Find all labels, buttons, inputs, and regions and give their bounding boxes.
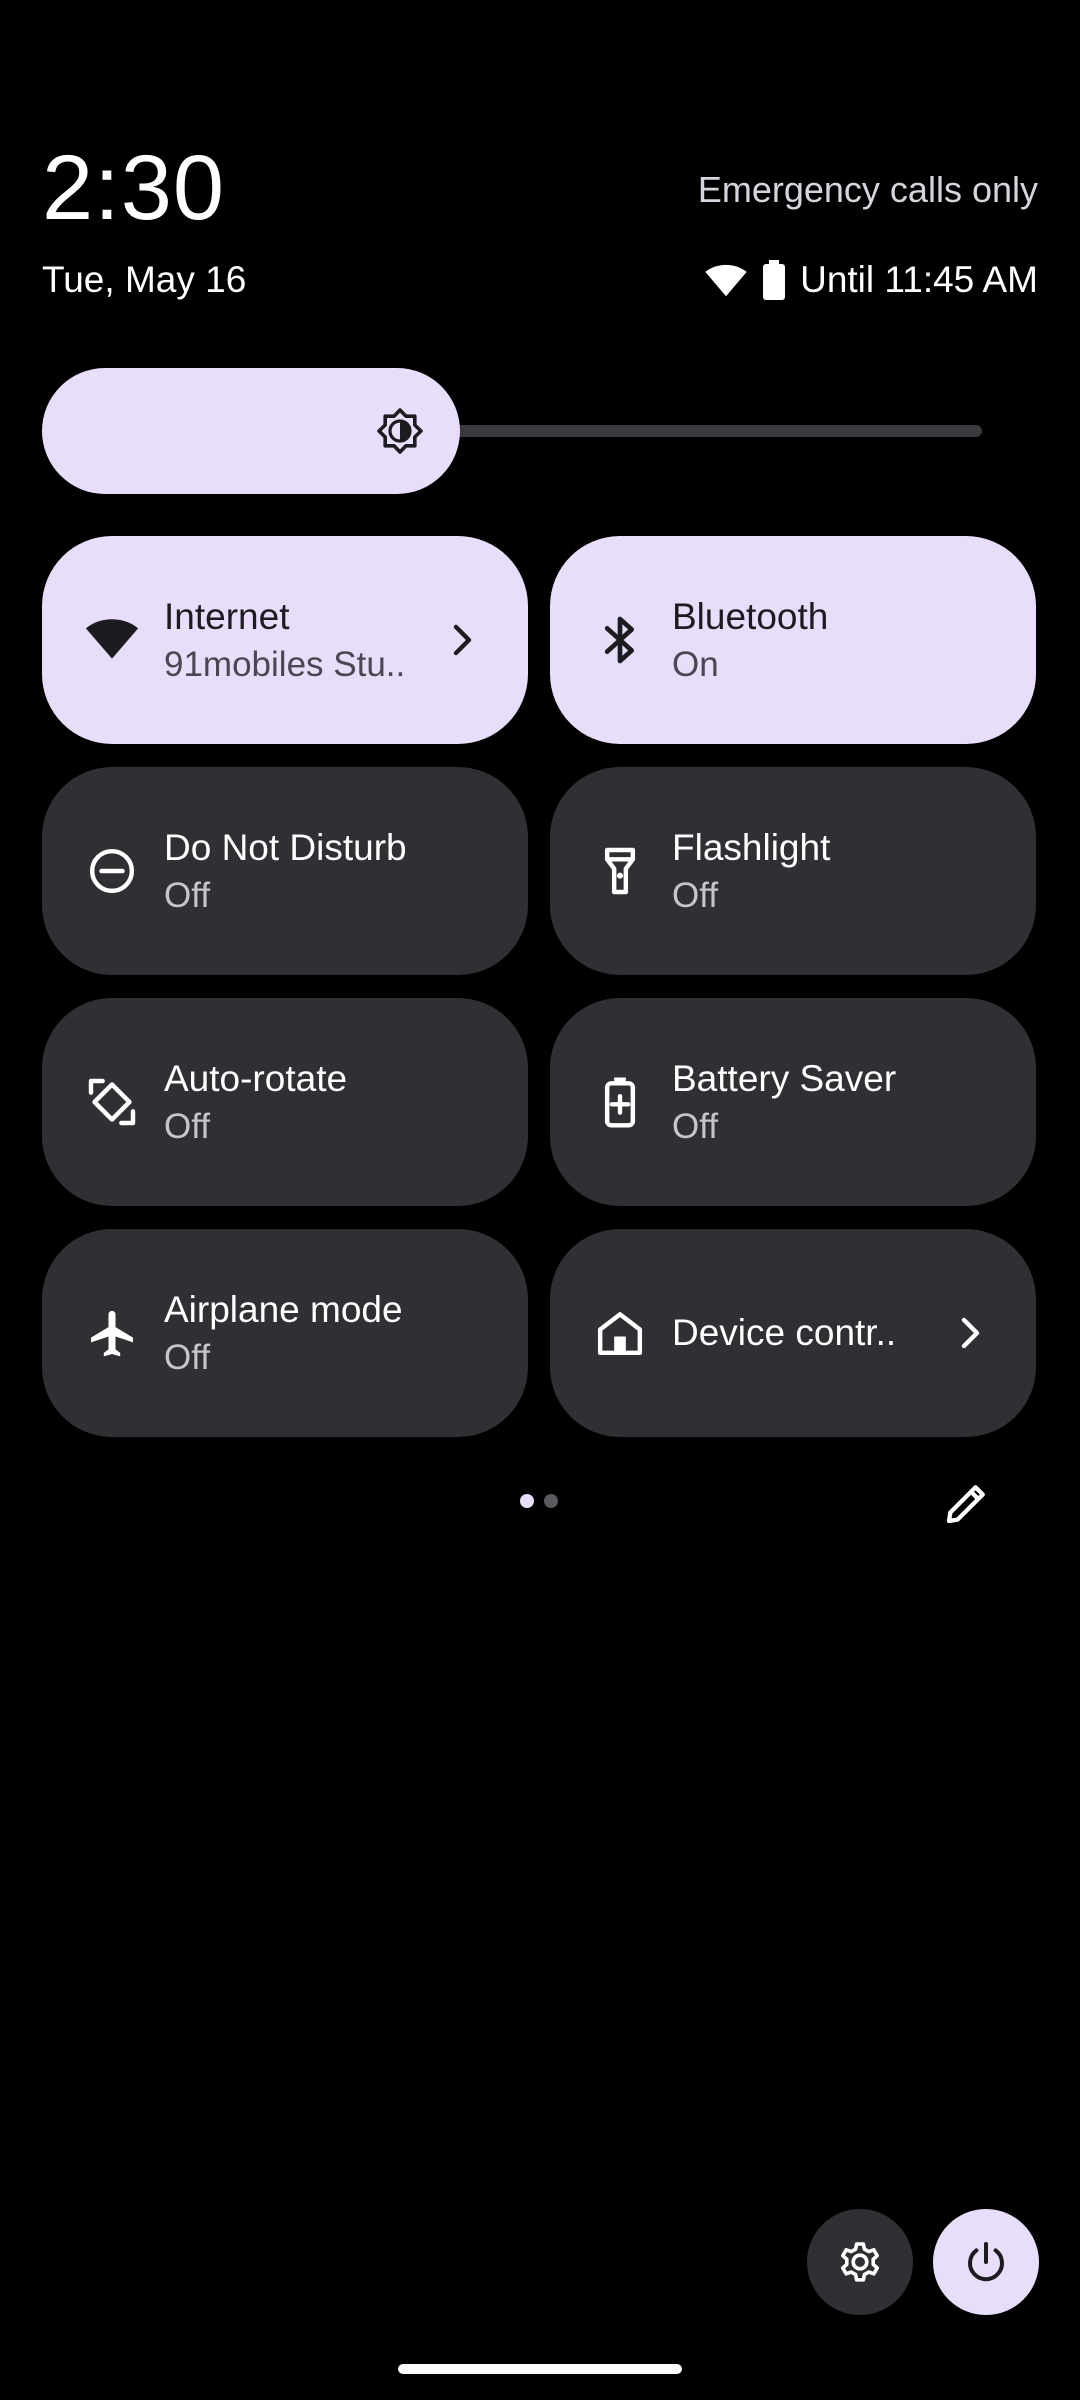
chevron-right-icon[interactable] <box>438 616 486 664</box>
tile-battery-saver[interactable]: Battery Saver Off <box>550 998 1036 1206</box>
page-dot <box>544 1494 558 1508</box>
tile-state: Off <box>164 1338 211 1377</box>
tile-label: Internet <box>164 596 290 637</box>
tile-state: On <box>672 645 719 684</box>
tile-label: Battery Saver <box>672 1058 897 1099</box>
tile-state: Off <box>164 876 211 915</box>
edit-tiles-button[interactable] <box>940 1476 994 1530</box>
tile-flashlight[interactable]: Flashlight Off <box>550 767 1036 975</box>
tile-state: Off <box>672 1107 719 1146</box>
wifi-icon <box>84 612 140 668</box>
chevron-right-icon[interactable] <box>946 1309 994 1357</box>
airplane-icon <box>84 1305 140 1361</box>
page-dot <box>520 1494 534 1508</box>
quick-settings-grid: Internet 91mobiles Stu.. Bluetooth On Do… <box>42 536 1038 1437</box>
carrier-status: Emergency calls only <box>697 169 1038 210</box>
home-gesture-bar[interactable] <box>398 2364 682 2374</box>
tile-label: Flashlight <box>672 827 831 868</box>
tile-internet[interactable]: Internet 91mobiles Stu.. <box>42 536 528 744</box>
brightness-icon <box>376 407 424 455</box>
do-not-disturb-icon <box>84 843 140 899</box>
tile-state: 91mobiles Stu.. <box>164 645 406 684</box>
page-indicator <box>520 1494 558 1508</box>
tile-airplane-mode[interactable]: Airplane mode Off <box>42 1229 528 1437</box>
tile-state: Off <box>672 876 719 915</box>
bluetooth-icon <box>592 612 648 668</box>
wifi-icon <box>704 262 748 298</box>
tile-bluetooth[interactable]: Bluetooth On <box>550 536 1036 744</box>
battery-icon <box>762 260 786 300</box>
clock-time: 2:30 <box>42 137 226 239</box>
home-icon <box>592 1305 648 1361</box>
battery-saver-icon <box>592 1074 648 1130</box>
status-icons-row: Until 11:45 AM <box>704 256 1038 304</box>
tile-label: Device contr.. <box>672 1312 897 1353</box>
tile-label: Do Not Disturb <box>164 827 407 868</box>
tile-auto-rotate[interactable]: Auto-rotate Off <box>42 998 528 1206</box>
power-icon <box>962 2238 1010 2286</box>
tile-label: Bluetooth <box>672 596 829 637</box>
pencil-icon <box>940 1476 994 1530</box>
tile-label: Airplane mode <box>164 1289 403 1330</box>
flashlight-icon <box>592 843 648 899</box>
power-button[interactable] <box>933 2209 1039 2315</box>
tile-device-controls[interactable]: Device contr.. <box>550 1229 1036 1437</box>
tile-do-not-disturb[interactable]: Do Not Disturb Off <box>42 767 528 975</box>
tile-label: Auto-rotate <box>164 1058 348 1099</box>
auto-rotate-icon <box>84 1074 140 1130</box>
gear-icon <box>836 2238 884 2286</box>
battery-estimate: Until 11:45 AM <box>800 259 1038 300</box>
settings-button[interactable] <box>807 2209 913 2315</box>
tile-state: Off <box>164 1107 211 1146</box>
date-label: Tue, May 16 <box>42 259 247 300</box>
brightness-slider[interactable] <box>42 368 982 494</box>
